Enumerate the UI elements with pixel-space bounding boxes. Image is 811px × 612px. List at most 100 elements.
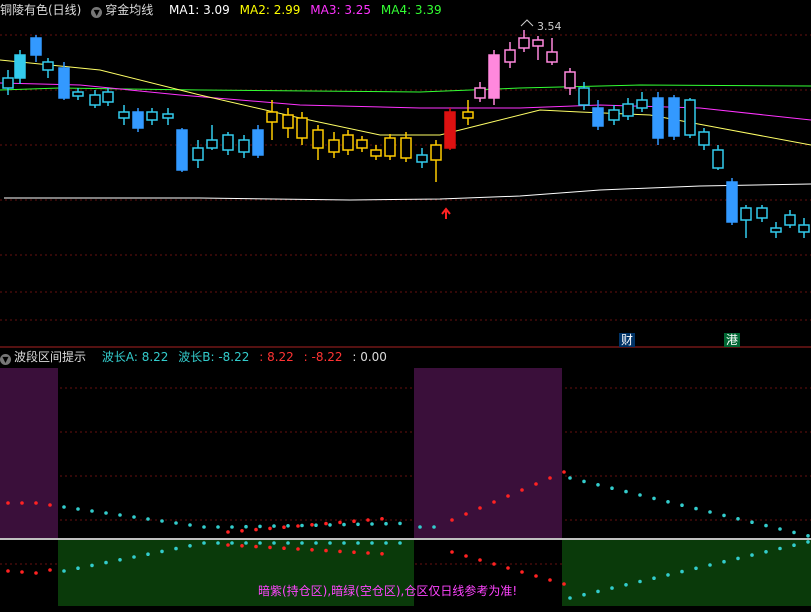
ma4-value: MA4: 3.39 (380, 3, 442, 17)
wave-dot (764, 523, 768, 528)
candle (192, 147, 204, 161)
wave-dot (226, 530, 230, 534)
wave-dot (286, 541, 290, 545)
wave-dot (174, 546, 178, 551)
wave-dot (450, 550, 454, 554)
candle (636, 99, 648, 109)
wave-dot (666, 573, 670, 577)
wave-dot (680, 503, 684, 508)
chevron-down-icon[interactable]: ▼ (0, 354, 11, 365)
wave-dot (328, 541, 332, 545)
badge-hk[interactable]: 港 (724, 333, 741, 347)
wave-dot (296, 524, 300, 528)
hold-zone-1 (0, 368, 58, 538)
wave-dot (272, 524, 276, 528)
candle (798, 224, 810, 233)
candle (474, 87, 486, 99)
high-marker: 3.54 (537, 20, 562, 33)
wave-dot (506, 494, 510, 498)
wave-dot (750, 520, 754, 524)
wave-dot (534, 574, 538, 578)
wave-dot (6, 501, 10, 505)
wave-dot (384, 541, 388, 545)
red-neg-value: : -8.22 (303, 350, 343, 364)
wave-dot (146, 517, 150, 521)
wave-dot (680, 569, 684, 574)
ma4-line (0, 84, 811, 93)
candle (726, 181, 738, 223)
wave-dot (160, 519, 164, 523)
candlesticks[interactable] (2, 30, 810, 238)
wave-dot (254, 544, 258, 549)
wave-dot (132, 555, 136, 559)
zone-caption: 暗紫(持仓区),暗绿(空仓区),仓区仅日线参考为准! (258, 584, 518, 598)
lower-header: ▼ 波段区间提示 波长A: 8.22 波长B: -8.22 : 8.22 : -8… (0, 348, 393, 366)
candle (430, 144, 442, 161)
candle (416, 154, 428, 163)
wave-dot (268, 526, 272, 531)
badge-finance[interactable]: 财 (619, 333, 636, 347)
wave-dot (216, 525, 220, 529)
candle (622, 103, 634, 117)
candle (592, 107, 604, 127)
wave-dot (300, 523, 304, 528)
candle (296, 117, 308, 139)
wave-dot (310, 548, 314, 552)
ma3-value: MA3: 3.25 (310, 3, 372, 17)
candle (206, 139, 218, 149)
candle (784, 214, 796, 226)
candle (578, 87, 590, 106)
candle (238, 139, 250, 153)
wave-dot (370, 541, 374, 545)
hold-zone-2 (414, 368, 562, 538)
indicator-toggle[interactable]: ▼ 穿金均线 (91, 3, 159, 18)
candle (328, 139, 340, 153)
wave-dot (268, 545, 272, 550)
wave-dot (464, 554, 468, 558)
wave-dot (258, 541, 262, 545)
wave-dot (338, 520, 342, 525)
wave-dot (104, 560, 108, 565)
lower-indicator-name: 波段区间提示 (14, 350, 87, 364)
wave-dot (694, 566, 698, 571)
candle (266, 111, 278, 123)
wave-dot (202, 525, 206, 529)
wave-dot (610, 486, 614, 491)
wave-dot (272, 541, 276, 545)
wave-dot (398, 541, 402, 545)
candle (176, 129, 188, 171)
wave-dot (244, 541, 248, 545)
wave-dot (62, 569, 66, 573)
wave-dot (384, 521, 388, 526)
candle (282, 114, 294, 129)
candle (712, 149, 724, 169)
wave-dot (694, 506, 698, 511)
wave-dot (226, 543, 230, 547)
wave-dot (188, 523, 192, 527)
chevron-down-icon[interactable]: ▼ (91, 7, 103, 18)
wave-dot (76, 566, 80, 570)
wave-dot (652, 496, 656, 501)
candle (444, 111, 456, 149)
red-pos-value: : 8.22 (259, 350, 294, 364)
candle (740, 207, 752, 221)
chart-canvas: 3.54 (0, 19, 811, 606)
candle (488, 54, 500, 99)
candle (222, 134, 234, 151)
indicator-name: 穿金均线 (105, 3, 154, 17)
wave-dot (366, 518, 370, 522)
stock-title[interactable]: 铜陵有色(日线) (0, 3, 81, 17)
wave-dot (806, 540, 810, 544)
candle (342, 134, 354, 151)
wave-dot (506, 566, 510, 570)
wave-dot (160, 549, 164, 554)
candle (756, 207, 768, 219)
wave-dot (132, 515, 136, 519)
wave-dot (202, 541, 206, 545)
ma1-value: MA1: 3.09 (169, 3, 230, 17)
wave-dot (708, 510, 712, 514)
candle (118, 111, 130, 119)
candle (102, 91, 114, 103)
wave-dot (666, 500, 670, 504)
indicator-toggle-lower[interactable]: ▼ 波段区间提示 (0, 350, 92, 365)
